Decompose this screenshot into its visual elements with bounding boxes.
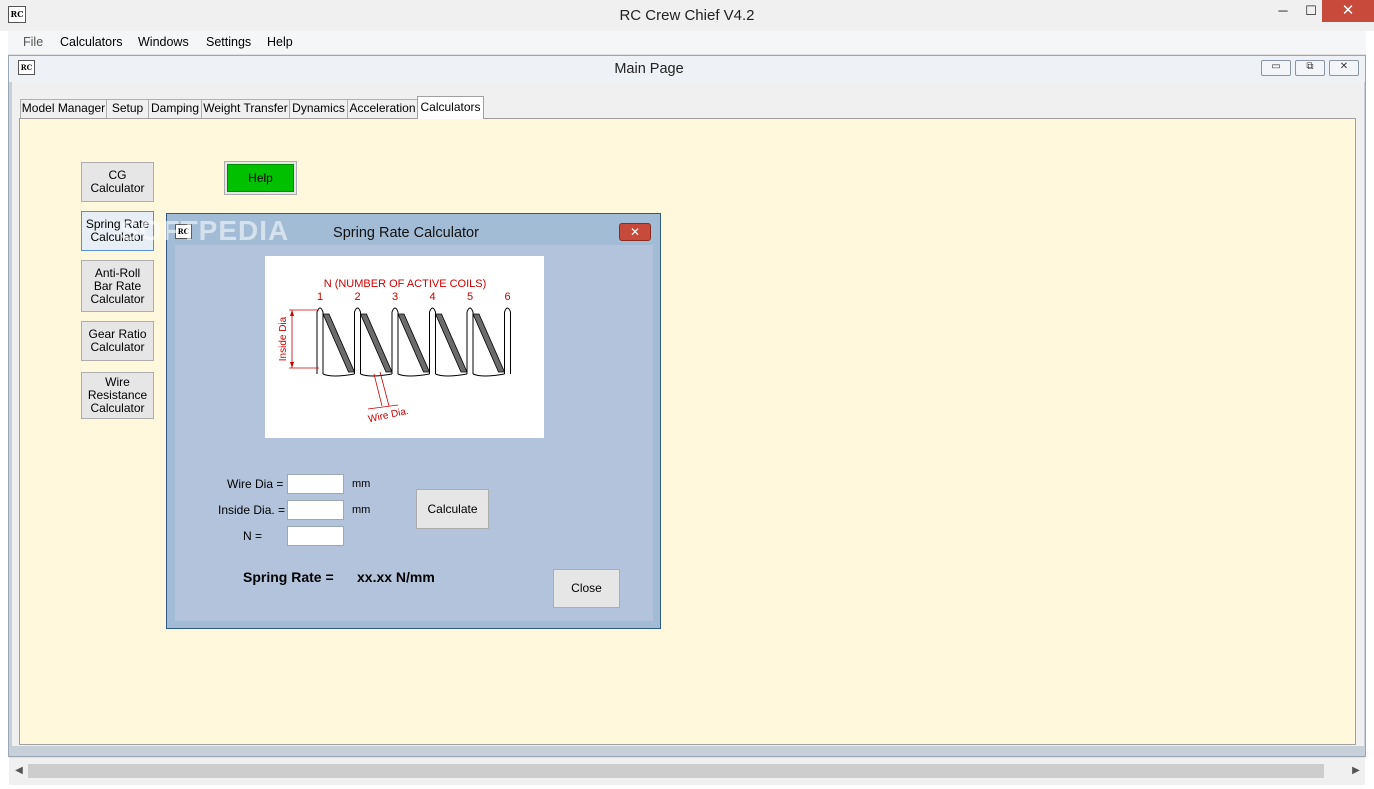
spring-rate-result-label: Spring Rate = (243, 569, 334, 585)
coil-number: 1 (317, 291, 323, 303)
coil-front-strand (391, 307, 399, 374)
inside-dia-label: Inside Dia (278, 316, 289, 361)
wire-dia-label: Wire Dia = (227, 477, 284, 491)
calculate-button[interactable]: Calculate (416, 489, 489, 529)
spring-diagram: N (NUMBER OF ACTIVE COILS) 1 2 3 4 5 6 Inside… (265, 256, 544, 438)
app-title: RC Crew Chief V4.2 (619, 7, 755, 24)
coil-back-strand (472, 313, 506, 373)
tab-acceleration[interactable]: Acceleration (347, 99, 418, 118)
mdi-title: Main Page (614, 61, 684, 77)
coil-front-strand (504, 307, 511, 374)
dialog-close-button[interactable]: ✕ (619, 223, 651, 241)
maximize-button[interactable]: ☐ (1300, 0, 1322, 22)
inside-dia-input[interactable] (287, 500, 344, 520)
anti-roll-bar-calculator-button[interactable]: Anti-Roll Bar Rate Calculator (81, 260, 154, 312)
coil-number: 6 (504, 291, 510, 303)
coil-front-strand (354, 307, 361, 374)
coil-front-strand (316, 307, 324, 374)
close-dialog-button[interactable]: Close (553, 569, 620, 608)
tab-calculators[interactable]: Calculators (417, 96, 484, 119)
mdi-close-button[interactable]: ✕ (1329, 60, 1359, 76)
wire-dia-label: Wire Dia. (367, 406, 410, 425)
wire-resistance-calculator-button[interactable]: Wire Resistance Calculator (81, 372, 154, 419)
coil-back-strand (434, 313, 468, 373)
coil-bottom-loop (397, 373, 430, 377)
coil-number: 2 (354, 291, 360, 303)
menu-windows[interactable]: Windows (138, 35, 189, 49)
coil-bottom-loop (322, 373, 355, 377)
cg-calculator-button[interactable]: CG Calculator (81, 162, 154, 202)
scroll-right-icon[interactable]: ▶ (1348, 763, 1364, 779)
dialog-title: Spring Rate Calculator (333, 225, 479, 241)
coil-bottom-loop (472, 373, 505, 377)
menu-settings[interactable]: Settings (206, 35, 251, 49)
spring-diagram-svg: N (NUMBER OF ACTIVE COILS) 1 2 3 4 5 6 Inside… (278, 278, 511, 425)
coil-bottom-loop (435, 373, 468, 377)
close-button[interactable]: ✕ (1322, 0, 1374, 22)
menu-calculators[interactable]: Calculators (60, 35, 123, 49)
tab-model-manager[interactable]: Model Manager (20, 99, 107, 118)
coil-back-strand (359, 313, 393, 373)
tab-setup[interactable]: Setup (106, 99, 149, 118)
coil-number: 3 (392, 291, 398, 303)
n-input[interactable] (287, 526, 344, 546)
scrollbar-thumb[interactable] (28, 764, 1324, 778)
mdi-minimize-button[interactable]: ▭ (1261, 60, 1291, 76)
coil-front-strand (429, 307, 436, 374)
menu-file[interactable]: File (23, 35, 43, 49)
scroll-left-icon[interactable]: ◀ (11, 763, 27, 779)
tab-dynamics[interactable]: Dynamics (289, 99, 348, 118)
spring-coils (316, 307, 511, 377)
wire-dia-unit: mm (352, 478, 371, 490)
mdi-restore-button[interactable]: ⧉ (1295, 60, 1325, 76)
coil-back-strand (322, 313, 356, 373)
coil-number: 5 (467, 291, 473, 303)
minimize-button[interactable]: ─ (1266, 0, 1300, 22)
menu-bar: File Calculators Windows Settings Help (8, 31, 1366, 55)
n-label: N = (243, 529, 263, 543)
coil-front-strand (466, 307, 474, 374)
menu-help[interactable]: Help (267, 35, 293, 49)
diagram-heading: N (NUMBER OF ACTIVE COILS) (324, 278, 487, 290)
coil-bottom-loop (360, 373, 393, 377)
tab-weight-transfer[interactable]: Weight Transfer (201, 99, 290, 118)
wire-dia-input[interactable] (287, 474, 344, 494)
tab-damping[interactable]: Damping (148, 99, 202, 118)
help-button[interactable]: Help (224, 161, 297, 195)
inside-dia-label: Inside Dia. = (218, 503, 286, 517)
coil-back-strand (397, 313, 431, 373)
gear-ratio-calculator-button[interactable]: Gear Ratio Calculator (81, 321, 154, 361)
inside-dia-unit: mm (352, 504, 371, 516)
help-button-label: Help (227, 164, 294, 192)
spring-rate-result-value: xx.xx N/mm (357, 569, 435, 585)
coil-number: 4 (429, 291, 435, 303)
